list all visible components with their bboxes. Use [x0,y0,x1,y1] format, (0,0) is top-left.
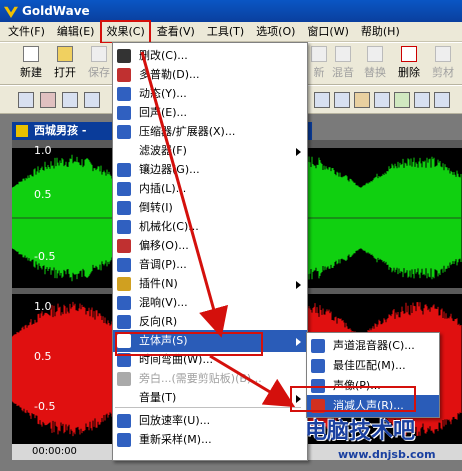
arrow-to-vocal-remove [209,354,296,408]
arrow-to-stereo [140,51,229,338]
annotation-arrows [140,51,296,408]
watermark-text: 电脑技术吧 [305,419,416,444]
watermark-url: www.dnjsb.com [338,448,436,461]
